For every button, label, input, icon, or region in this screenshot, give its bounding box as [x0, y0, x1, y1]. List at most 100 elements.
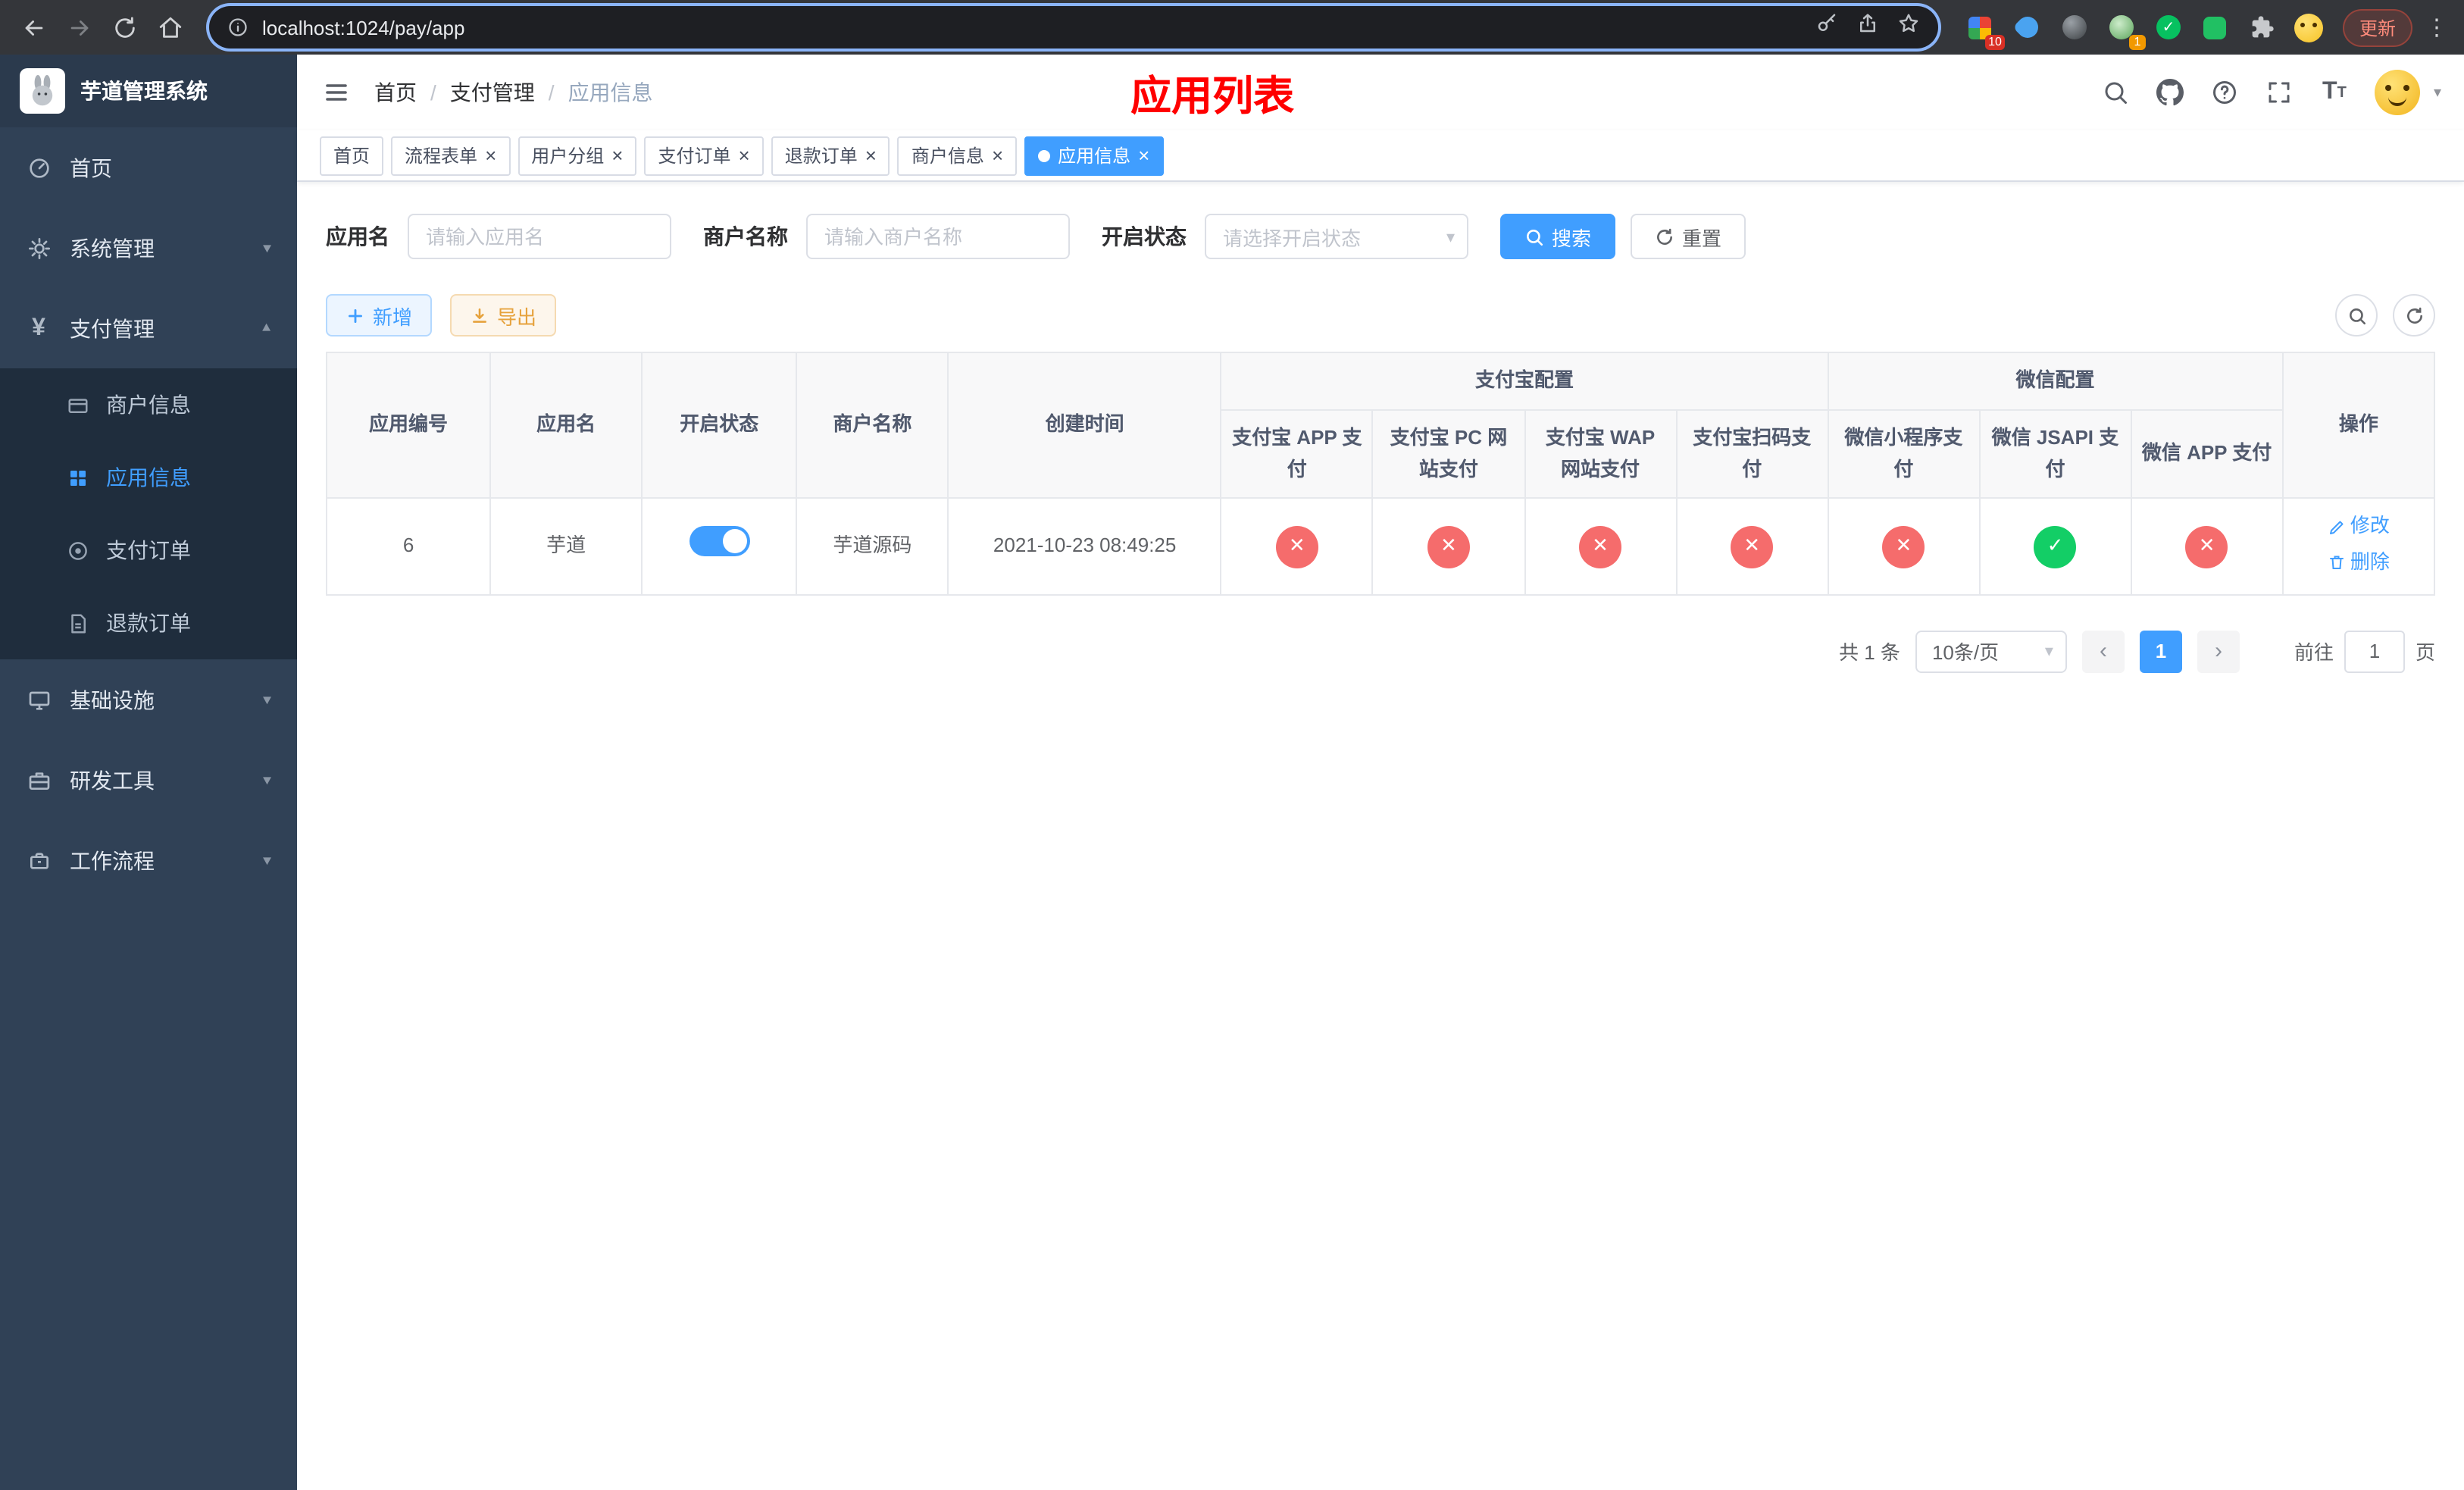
- extension-green-icon[interactable]: [2197, 9, 2234, 45]
- cell-app-id: 6: [325, 497, 492, 596]
- alipay-app-status-icon: ✕: [1275, 525, 1318, 568]
- toggle-search-button[interactable]: [2335, 294, 2378, 337]
- export-button[interactable]: 导出: [450, 294, 557, 337]
- column-header: 操作: [2281, 351, 2436, 499]
- status-toggle[interactable]: [689, 526, 750, 557]
- tab-refund-orders[interactable]: 退款订单 ×: [771, 136, 890, 175]
- extension-drop-icon[interactable]: [2009, 9, 2046, 45]
- extension-dark-icon[interactable]: [2056, 9, 2093, 45]
- extension-avatar-icon[interactable]: 1: [2103, 9, 2146, 50]
- close-icon[interactable]: ×: [485, 146, 496, 165]
- record-circle-icon: [67, 539, 89, 562]
- table-toolbar: 新增 导出: [326, 294, 2435, 337]
- back-icon: [24, 20, 42, 35]
- share-icon[interactable]: [1856, 12, 1879, 42]
- page-title: 应用列表: [1130, 74, 1294, 119]
- close-icon[interactable]: ×: [865, 146, 877, 165]
- sidebar-item-label: 商户信息: [106, 393, 191, 417]
- browser-update-button[interactable]: 更新: [2342, 8, 2412, 46]
- sidebar-item-dev-tools[interactable]: 研发工具 ▾: [0, 740, 297, 820]
- font-size-icon[interactable]: TT: [2320, 78, 2349, 107]
- address-bar[interactable]: localhost:1024/pay/app: [209, 6, 1938, 49]
- bookmark-star-icon[interactable]: [1897, 12, 1920, 42]
- browser-profile-avatar[interactable]: [2291, 9, 2328, 45]
- user-avatar[interactable]: [2374, 70, 2420, 115]
- refresh-table-button[interactable]: [2393, 294, 2435, 337]
- tab-home[interactable]: 首页: [320, 136, 384, 175]
- sidebar-item-app-info[interactable]: 应用信息: [0, 441, 297, 514]
- site-info-icon[interactable]: [227, 17, 249, 38]
- tab-label: 退款订单: [784, 146, 858, 167]
- breadcrumb-item[interactable]: 首页: [374, 77, 417, 108]
- close-icon[interactable]: ×: [992, 146, 1003, 165]
- github-icon[interactable]: [2156, 78, 2185, 107]
- browser-reload-button[interactable]: [103, 6, 145, 49]
- page-content: 应用名 商户名称 开启状态 请选择开启状态 ▾: [297, 182, 2464, 1490]
- close-icon[interactable]: ×: [1138, 146, 1149, 165]
- url-text[interactable]: localhost:1024/pay/app: [262, 16, 1802, 39]
- password-key-icon[interactable]: [1815, 12, 1838, 42]
- sidebar-item-home[interactable]: 首页: [0, 127, 297, 208]
- prev-page-button[interactable]: ‹: [2081, 630, 2125, 673]
- extensions-puzzle-icon[interactable]: [2244, 9, 2281, 45]
- forward-icon: [70, 20, 88, 35]
- menu-fold-icon[interactable]: [320, 76, 353, 109]
- sidebar-item-label: 应用信息: [106, 465, 191, 490]
- column-header: 微信小程序支付: [1827, 408, 1981, 499]
- tab-merchant-info[interactable]: 商户信息 ×: [897, 136, 1018, 175]
- sidebar-item-merchant-info[interactable]: 商户信息: [0, 368, 297, 441]
- help-icon[interactable]: [2211, 78, 2240, 107]
- goto-page-input[interactable]: [2344, 630, 2405, 673]
- sidebar-item-system[interactable]: 系统管理 ▾: [0, 208, 297, 288]
- close-icon[interactable]: ×: [611, 146, 623, 165]
- breadcrumb-item[interactable]: 支付管理: [450, 77, 535, 108]
- wechat-mini-status-icon: ✕: [1882, 525, 1925, 568]
- chevron-down-icon: ▾: [262, 240, 271, 257]
- tab-user-group[interactable]: 用户分组 ×: [518, 136, 637, 175]
- tab-app-info[interactable]: 应用信息 ×: [1024, 136, 1164, 175]
- browser-forward-button[interactable]: [58, 6, 100, 49]
- column-header: 支付宝 PC 网站支付: [1371, 408, 1526, 499]
- next-page-button[interactable]: ›: [2197, 630, 2240, 673]
- reset-button[interactable]: 重置: [1631, 214, 1746, 259]
- browser-menu-icon[interactable]: ⋮: [2422, 14, 2452, 41]
- app-logo-row[interactable]: 芋道管理系统: [0, 55, 297, 127]
- status-select[interactable]: 请选择开启状态 ▾: [1205, 214, 1468, 259]
- column-header: 应用名: [489, 351, 643, 499]
- caret-down-icon: ▾: [2044, 643, 2053, 662]
- page-size-select[interactable]: 10条/页 ▾: [1915, 630, 2067, 673]
- delete-link[interactable]: 删除: [2328, 546, 2390, 578]
- merchant-name-input[interactable]: [806, 214, 1070, 259]
- search-button[interactable]: 搜索: [1500, 214, 1616, 259]
- tab-label: 流程表单: [405, 146, 478, 167]
- sidebar-item-refund-orders[interactable]: 退款订单: [0, 587, 297, 659]
- table-row: 6 芋道 芋道源码 2021-10-23 08:49:25 ✕ ✕ ✕ ✕ ✕: [325, 497, 2436, 596]
- group-header-wechat: 微信配置: [1827, 352, 2284, 411]
- sidebar-item-workflow[interactable]: 工作流程 ▾: [0, 820, 297, 900]
- goto-suffix: 页: [2415, 641, 2435, 665]
- edit-link[interactable]: 修改: [2328, 512, 2390, 543]
- sidebar-item-infrastructure[interactable]: 基础设施 ▾: [0, 659, 297, 740]
- sidebar-item-payment[interactable]: ¥ 支付管理 ▾: [0, 288, 297, 368]
- select-placeholder: 请选择开启状态: [1223, 227, 1362, 249]
- caret-down-icon[interactable]: ▾: [2434, 84, 2441, 101]
- page-number-button[interactable]: 1: [2139, 630, 2182, 673]
- tab-pay-orders[interactable]: 支付订单 ×: [644, 136, 764, 175]
- fullscreen-icon[interactable]: [2265, 78, 2294, 107]
- column-header: 创建时间: [947, 351, 1222, 499]
- browser-back-button[interactable]: [12, 6, 55, 49]
- alipay-wap-status-icon: ✕: [1579, 525, 1622, 568]
- alipay-pc-status-icon: ✕: [1427, 525, 1470, 568]
- reload-icon: [114, 16, 134, 37]
- extension-grid-icon[interactable]: 10: [1962, 9, 2005, 50]
- app-name-input[interactable]: [408, 214, 671, 259]
- active-tab-dot: [1038, 149, 1051, 161]
- extension-wechat-icon[interactable]: ✓: [2150, 9, 2187, 45]
- add-button[interactable]: 新增: [326, 294, 433, 337]
- search-icon[interactable]: [2102, 78, 2131, 107]
- tab-process-form[interactable]: 流程表单 ×: [391, 136, 511, 175]
- sidebar-item-pay-orders[interactable]: 支付订单: [0, 514, 297, 587]
- close-icon[interactable]: ×: [739, 146, 750, 165]
- browser-home-button[interactable]: [149, 6, 191, 49]
- app-title: 芋道管理系统: [80, 79, 208, 103]
